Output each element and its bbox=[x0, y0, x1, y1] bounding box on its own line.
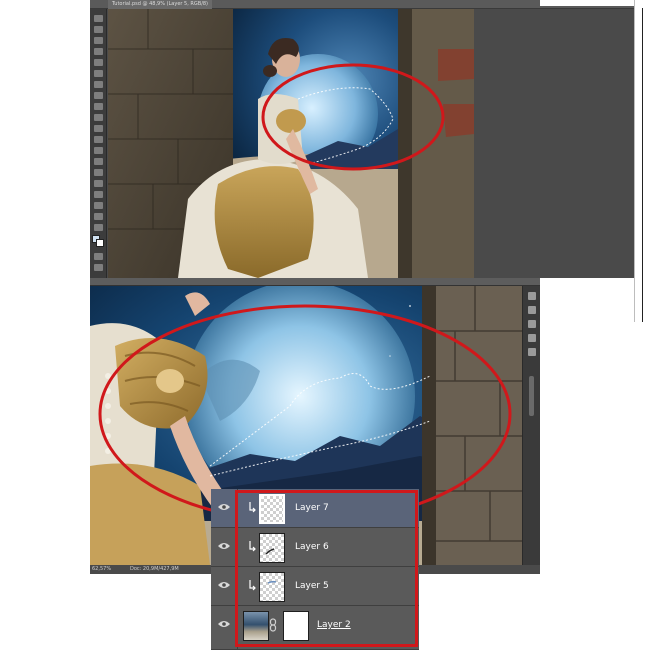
move-tool-icon[interactable] bbox=[94, 15, 103, 22]
screen-mode-icon[interactable] bbox=[94, 264, 103, 271]
visibility-column bbox=[211, 606, 238, 650]
zoom-level[interactable]: 62,57% bbox=[92, 565, 111, 574]
eyedropper-tool-icon[interactable] bbox=[94, 70, 103, 77]
layer-row-layer-7[interactable]: Layer 7 bbox=[211, 489, 419, 528]
layer-name[interactable]: Layer 6 bbox=[295, 528, 329, 567]
collapsed-panels bbox=[522, 286, 540, 565]
dodge-tool-icon[interactable] bbox=[94, 158, 103, 165]
clipping-mask-arrow-icon bbox=[249, 580, 256, 591]
shape-tool-icon[interactable] bbox=[94, 202, 103, 209]
clipping-mask-arrow-icon bbox=[249, 541, 256, 552]
quick-select-tool-icon[interactable] bbox=[94, 48, 103, 55]
crop-tool-icon[interactable] bbox=[94, 59, 103, 66]
pen-tool-icon[interactable] bbox=[94, 169, 103, 176]
eye-icon[interactable] bbox=[218, 581, 230, 589]
document-size: Doc: 20,9M/427,9M bbox=[130, 566, 179, 572]
thumbnail-stroke bbox=[265, 548, 275, 555]
canvas-artwork-top bbox=[108, 9, 474, 278]
layer-mask-thumbnail[interactable] bbox=[283, 611, 309, 641]
properties-panel-icon[interactable] bbox=[528, 306, 536, 314]
scrollbar-track[interactable] bbox=[642, 8, 643, 322]
zoom-tool-icon[interactable] bbox=[94, 224, 103, 231]
layer-thumbnail[interactable] bbox=[259, 533, 285, 563]
history-panel-icon[interactable] bbox=[528, 292, 536, 300]
quick-mask-icon[interactable] bbox=[94, 253, 103, 260]
clone-stamp-tool-icon[interactable] bbox=[94, 103, 103, 110]
clipping-mask-arrow-icon bbox=[249, 502, 256, 513]
swatches-panel-icon[interactable] bbox=[528, 334, 536, 342]
gradient-tool-icon[interactable] bbox=[94, 136, 103, 143]
hand-tool-icon[interactable] bbox=[94, 213, 103, 220]
layer-name[interactable]: Layer 2 bbox=[317, 606, 351, 645]
chain-link-icon[interactable] bbox=[269, 618, 277, 632]
background-color-swatch[interactable] bbox=[96, 239, 104, 247]
marquee-tool-icon[interactable] bbox=[94, 26, 103, 33]
lasso-tool-icon[interactable] bbox=[94, 37, 103, 44]
thumbnail-stroke bbox=[267, 580, 277, 584]
layer-thumbnail[interactable] bbox=[259, 494, 285, 524]
layers-panel: Layer 7 Layer 6 Layer 5 Layer 2 bbox=[211, 489, 419, 650]
page-margin bbox=[540, 0, 634, 6]
eye-icon[interactable] bbox=[218, 503, 230, 511]
layer-name[interactable]: Layer 7 bbox=[295, 489, 329, 528]
layer-thumbnail[interactable] bbox=[243, 611, 269, 641]
eye-icon[interactable] bbox=[218, 620, 230, 628]
panel-scroll-thumb[interactable] bbox=[529, 376, 534, 416]
healing-brush-tool-icon[interactable] bbox=[94, 81, 103, 88]
document-tab[interactable]: Tutorial.psd @ 48,9% (Layer 5, RGB/8) bbox=[108, 0, 213, 9]
eraser-tool-icon[interactable] bbox=[94, 125, 103, 132]
tools-panel bbox=[90, 9, 107, 278]
layer-thumbnail[interactable] bbox=[259, 572, 285, 602]
photoshop-window-top: Tutorial.psd @ 48,9% (Layer 5, RGB/8) bbox=[90, 0, 638, 278]
layer-name[interactable]: Layer 5 bbox=[295, 567, 329, 606]
adjustments-panel-icon[interactable] bbox=[528, 320, 536, 328]
vertical-scrollbar[interactable] bbox=[634, 0, 648, 322]
pasteboard-area bbox=[474, 9, 638, 278]
history-brush-tool-icon[interactable] bbox=[94, 114, 103, 121]
layer-row-layer-6[interactable]: Layer 6 bbox=[211, 528, 419, 567]
character-panel-icon[interactable] bbox=[528, 348, 536, 356]
tutorial-composite: Tutorial.psd @ 48,9% (Layer 5, RGB/8) 62… bbox=[0, 0, 650, 650]
layer-row-layer-5[interactable]: Layer 5 bbox=[211, 567, 419, 606]
path-select-tool-icon[interactable] bbox=[94, 191, 103, 198]
document-canvas-top[interactable] bbox=[108, 9, 474, 278]
horizontal-ruler bbox=[90, 278, 540, 286]
blur-tool-icon[interactable] bbox=[94, 147, 103, 154]
brush-tool-icon[interactable] bbox=[94, 92, 103, 99]
layer-row-layer-2[interactable]: Layer 2 bbox=[211, 606, 419, 650]
type-tool-icon[interactable] bbox=[94, 180, 103, 187]
eye-icon[interactable] bbox=[218, 542, 230, 550]
